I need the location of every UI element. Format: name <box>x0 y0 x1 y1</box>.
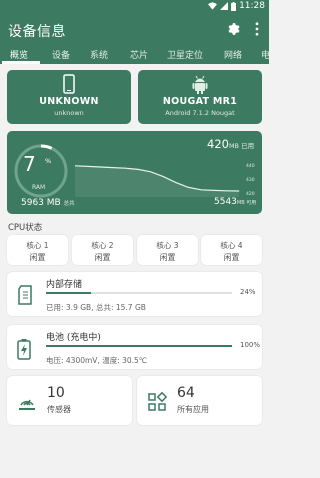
sensors-card[interactable]: 10 传感器 <box>7 376 132 425</box>
app-title: 设备信息 <box>8 24 66 40</box>
cpu-section-title: CPU状态 <box>8 223 43 233</box>
storage-percent: 24% <box>240 288 256 296</box>
core-name: 核心 3 <box>156 241 179 250</box>
ram-chart-point <box>99 166 101 168</box>
battery-icon <box>231 1 237 11</box>
cpu-core-card[interactable]: 核心 1 闲置 <box>7 235 68 265</box>
sensors-count: 10 <box>47 385 65 401</box>
core-state: 闲置 <box>29 253 46 262</box>
core-state: 闲置 <box>94 253 111 262</box>
core-name: 核心 4 <box>220 241 243 250</box>
signal-icon <box>220 2 229 10</box>
android-version: Android 7.1.2 Nougat <box>165 109 235 117</box>
device-manufacturer: unknown <box>54 109 84 117</box>
apps-count: 64 <box>177 385 195 401</box>
ram-percent-sign: % <box>45 157 52 165</box>
apps-label: 所有应用 <box>177 405 209 414</box>
sd-card-icon <box>18 285 32 305</box>
device-card[interactable]: UNKNOWN unknown <box>7 70 131 124</box>
android-codename: NOUGAT MR1 <box>162 96 238 107</box>
tab-battery[interactable]: 电 <box>261 48 269 61</box>
storage-progress-fill <box>46 292 91 294</box>
app-bar: 设备信息 <box>0 14 269 44</box>
ram-tick-label: 440 <box>246 164 255 169</box>
tab-network[interactable]: 网络 <box>224 48 242 61</box>
ram-chart-point <box>87 166 88 167</box>
ram-chart-area <box>75 165 239 197</box>
ram-usage-chart <box>75 165 240 197</box>
core-state: 闲置 <box>223 253 240 262</box>
ram-chart-point <box>188 187 189 188</box>
battery-detail: 电压: 4300mV, 温度: 30.5℃ <box>46 356 148 365</box>
cpu-core-card[interactable]: 核心 3 闲置 <box>137 235 198 265</box>
battery-percent: 100% <box>240 341 261 349</box>
core-name: 核心 1 <box>26 241 49 250</box>
ram-chart-point <box>150 171 152 173</box>
tab-bar: 概览 设备 系统 芯片 卫星定位 网络 电 <box>0 44 269 64</box>
status-bar: 11:28 <box>0 0 269 14</box>
core-name: 核心 2 <box>91 241 114 250</box>
storage-card[interactable]: 内部存储 24% 已用: 3.9 GB, 总共: 15.7 GB <box>7 272 262 316</box>
tab-overview[interactable]: 概览 <box>10 48 28 61</box>
cpu-core-card[interactable]: 核心 2 闲置 <box>72 235 133 265</box>
apps-grid-icon <box>148 392 167 411</box>
phone-icon <box>63 74 75 94</box>
ram-percent: 7 <box>23 152 36 176</box>
cpu-core-card[interactable]: 核心 4 闲置 <box>201 235 262 265</box>
battery-charging-icon <box>17 339 31 360</box>
ram-chart-point <box>112 167 114 168</box>
ram-label: RAM <box>32 184 46 191</box>
ram-chart-point <box>200 189 202 191</box>
ram-tick-label: 420 <box>246 192 255 197</box>
sensors-label: 传感器 <box>47 405 71 414</box>
ram-chart-point <box>213 190 215 191</box>
ram-chart-point <box>226 190 227 192</box>
ram-chart-point <box>125 167 126 169</box>
ram-chart-point <box>238 190 240 192</box>
storage-title: 内部存储 <box>46 280 83 290</box>
tab-indicator <box>2 61 40 64</box>
tab-gnss[interactable]: 卫星定位 <box>167 48 203 61</box>
wifi-icon <box>208 2 218 10</box>
android-version-card[interactable]: NOUGAT MR1 Android 7.1.2 Nougat <box>138 70 262 124</box>
gear-icon[interactable] <box>226 22 240 36</box>
tab-system[interactable]: 系统 <box>90 48 108 61</box>
device-model: UNKNOWN <box>39 96 99 107</box>
ram-total: 5963 MB 总共 <box>21 198 75 208</box>
ram-available: 5543MB 可用 <box>214 197 257 207</box>
storage-detail: 已用: 3.9 GB, 总共: 15.7 GB <box>46 303 146 312</box>
ram-tick-label: 430 <box>246 178 255 183</box>
android-icon <box>192 75 208 94</box>
battery-progress <box>46 345 232 347</box>
battery-title: 电池 (充电中) <box>46 333 101 343</box>
tab-chip[interactable]: 芯片 <box>130 48 148 61</box>
status-time: 11:28 <box>239 1 265 11</box>
storage-progress <box>46 292 232 294</box>
tab-device[interactable]: 设备 <box>52 48 70 61</box>
ram-used: 420MB 已用 <box>207 137 255 151</box>
battery-card[interactable]: 电池 (充电中) 100% 电压: 4300mV, 温度: 30.5℃ <box>7 325 262 369</box>
ram-chart-point <box>162 176 164 177</box>
more-options-icon[interactable] <box>252 22 262 36</box>
apps-card[interactable]: 64 所有应用 <box>137 376 262 425</box>
sensor-icon <box>19 399 35 410</box>
battery-progress-fill <box>46 345 232 347</box>
ram-chart-point <box>175 182 177 183</box>
ram-chart-point <box>137 169 139 170</box>
core-state: 闲置 <box>159 253 176 262</box>
